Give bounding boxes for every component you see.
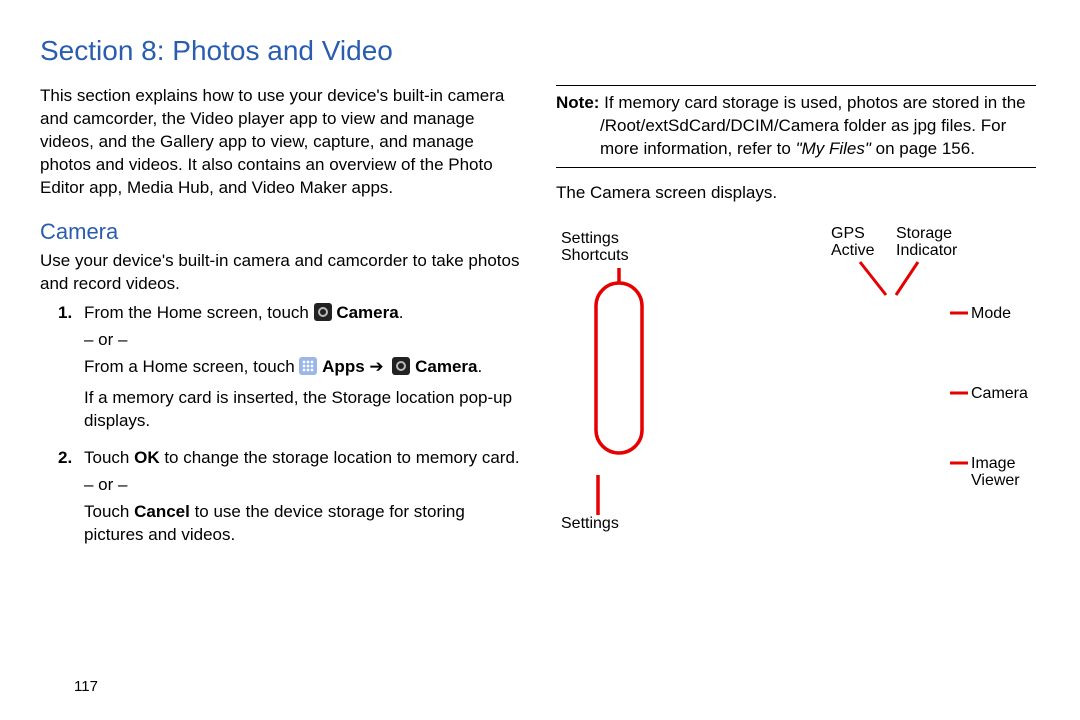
note-label: Note: [556,93,604,112]
camera-label: Camera [336,303,398,322]
page-number: 117 [74,678,98,695]
note-rule-top [556,85,1036,86]
manual-page: Section 8: Photos and Video This section… [0,0,1080,720]
camera-label-2: Camera [415,357,477,376]
note-block: Note: If memory card storage is used, ph… [556,92,1036,161]
step2-alt: Touch Cancel to use the device storage f… [84,501,520,547]
camera-heading: Camera [40,217,520,247]
steps-list: From the Home screen, touch Camera. – or… [40,302,520,546]
step-1: From the Home screen, touch Camera. – or… [40,302,520,433]
step1-alt: From a Home screen, touch Apps ➔ Camera. [84,356,520,379]
arrow-icon: ➔ [369,357,383,376]
ok-label: OK [134,448,160,467]
step-2: Touch OK to change the storage location … [40,447,520,547]
intro-paragraph: This section explains how to use your de… [40,85,520,200]
cancel-label: Cancel [134,502,190,521]
note-line1: If memory card storage is used, photos a… [604,93,1025,112]
step2-tail: to change the storage location to memory… [160,448,520,467]
camera-intro: Use your device's built-in camera and ca… [40,250,520,296]
screen-displays-text: The Camera screen displays. [556,182,1036,205]
section-title: Section 8: Photos and Video [40,35,1040,67]
diagram-svg [556,215,1036,545]
step1-text-a: From the Home screen, touch [84,303,314,322]
apps-icon [299,357,317,375]
or-divider-2: – or – [84,474,520,497]
right-column: Note: If memory card storage is used, ph… [556,85,1036,561]
note-ref: "My Files" [796,139,871,158]
left-column: This section explains how to use your de… [40,85,520,561]
note-tail: on page 156. [871,139,975,158]
camera-icon-2 [392,357,410,375]
apps-label: Apps [322,357,369,376]
note-rule-bottom [556,167,1036,168]
step2-text: Touch [84,448,134,467]
step1-alt-pre: From a Home screen, touch [84,357,299,376]
two-column-layout: This section explains how to use your de… [40,85,1040,561]
step1-tail: If a memory card is inserted, the Storag… [84,387,520,433]
or-divider-1: – or – [84,329,520,352]
camera-screen-diagram: Settings Shortcuts Settings GPS Active S… [556,215,1036,545]
note-body: /Root/extSdCard/DCIM/Camera folder as jp… [556,115,1036,161]
camera-icon [314,303,332,321]
step2b-text: Touch [84,502,134,521]
